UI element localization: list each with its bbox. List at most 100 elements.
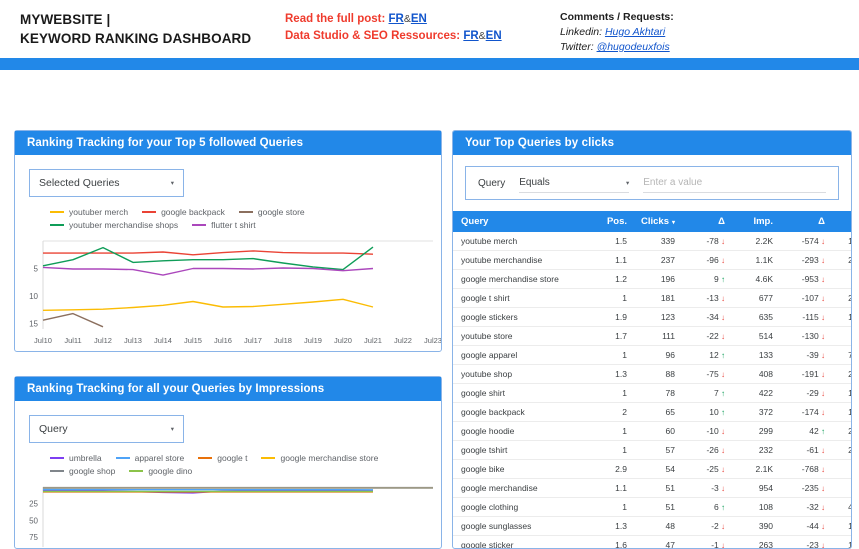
table-row[interactable]: google bike2.954-25 ↓2.1K-768 ↓2.62%: [453, 460, 852, 479]
cell-impressions-delta: -293 ↓: [779, 251, 831, 270]
query-value-filter[interactable]: Query Equals ▾ Enter a value: [465, 166, 839, 200]
arrow-down-icon: ↓: [819, 370, 825, 379]
cell-clicks: 65: [633, 403, 681, 422]
table-row[interactable]: google shirt1787 ↑422-29 ↓18.48%: [453, 384, 852, 403]
cell-clicks: 96: [633, 346, 681, 365]
table-row[interactable]: google stickers1.9123-34 ↓635-115 ↓19.37…: [453, 308, 852, 327]
legend-item[interactable]: apparel store: [116, 453, 185, 463]
legend-item[interactable]: google backpack: [142, 207, 225, 217]
promo-line-2-fr-link[interactable]: FR: [463, 30, 478, 42]
cell-ctr: 24.57%: [831, 441, 852, 460]
table-row[interactable]: youtube store1.7111-22 ↓514-130 ↓21.6%: [453, 327, 852, 346]
cell-ctr: 17.87%: [831, 536, 852, 549]
legend-item[interactable]: google dino: [129, 466, 192, 476]
column-header-clicks-label: Clicks: [641, 216, 669, 227]
brand-line-2: KEYWORD RANKING DASHBOARD: [20, 29, 251, 48]
contact-title: Comments / Requests:: [560, 10, 674, 25]
table-row[interactable]: google backpack26510 ↑372-174 ↓17.47%: [453, 403, 852, 422]
table-header-row: Query Pos. Clicks▾ Δ Imp. Δ CTR: [453, 211, 852, 232]
table-row[interactable]: youtube shop1.388-75 ↓408-191 ↓21.57%: [453, 365, 852, 384]
table-row[interactable]: youtube merchandise1.1237-96 ↓1.1K-293 ↓…: [453, 251, 852, 270]
contact-twitter-label: Twitter:: [560, 41, 594, 53]
legend-item[interactable]: google merchandise store: [261, 453, 378, 463]
contact-block: Comments / Requests: Linkedin: Hugo Akht…: [560, 10, 674, 55]
cell-clicks: 51: [633, 479, 681, 498]
table-row[interactable]: google t shirt1181-13 ↓677-107 ↓26.74%: [453, 289, 852, 308]
table-row[interactable]: google sunglasses1.348-2 ↓390-44 ↓12.31%: [453, 517, 852, 536]
promo-line-1-en-link[interactable]: EN: [411, 13, 427, 25]
cell-clicks-delta: 9 ↑: [681, 270, 731, 289]
query-filter-field-label: Query: [478, 178, 505, 189]
legend-item[interactable]: google shop: [50, 466, 115, 476]
cell-ctr: 72.18%: [831, 346, 852, 365]
cell-query: google merchandise: [453, 479, 593, 498]
cell-position: 1: [593, 441, 633, 460]
top5-ranking-panel: Ranking Tracking for your Top 5 followed…: [14, 130, 442, 352]
all-queries-panel: Ranking Tracking for all your Queries by…: [14, 376, 442, 549]
table-row[interactable]: google merchandise store1.21969 ↑4.6K-95…: [453, 270, 852, 289]
svg-text:Jul12: Jul12: [94, 336, 112, 345]
cell-impressions-delta: -574 ↓: [779, 232, 831, 251]
contact-linkedin-label: Linkedin:: [560, 26, 602, 38]
promo-line-2-en-link[interactable]: EN: [486, 30, 502, 42]
legend-label: google dino: [148, 466, 192, 476]
page-header: MYWEBSITE | KEYWORD RANKING DASHBOARD Re…: [0, 0, 859, 58]
column-header-clicks-delta[interactable]: Δ: [681, 211, 731, 232]
top5-chart: 51015Jul10Jul11Jul12Jul13Jul14Jul15Jul16…: [15, 237, 441, 345]
legend-item[interactable]: google store: [239, 207, 305, 217]
column-header-pos[interactable]: Pos.: [593, 211, 633, 232]
query-filter[interactable]: Query ▾: [29, 415, 184, 443]
arrow-down-icon: ↓: [819, 237, 825, 246]
table-row[interactable]: google hoodie160-10 ↓29942 ↑20.07%: [453, 422, 852, 441]
table-row[interactable]: google merchandise1.151-3 ↓954-235 ↓5.35…: [453, 479, 852, 498]
arrow-down-icon: ↓: [719, 465, 725, 474]
column-header-query[interactable]: Query: [453, 211, 593, 232]
selected-queries-filter[interactable]: Selected Queries ▾: [29, 169, 184, 197]
column-header-impressions-delta[interactable]: Δ: [779, 211, 831, 232]
cell-query: google sunglasses: [453, 517, 593, 536]
legend-item[interactable]: umbrella: [50, 453, 102, 463]
cell-impressions-delta: -130 ↓: [779, 327, 831, 346]
cell-impressions-delta: -29 ↓: [779, 384, 831, 403]
table-row[interactable]: google sticker1.647-1 ↓263-23 ↓17.87%: [453, 536, 852, 549]
dashboard-page: MYWEBSITE | KEYWORD RANKING DASHBOARD Re…: [0, 0, 859, 549]
cell-query: google tshirt: [453, 441, 593, 460]
table-row[interactable]: google tshirt157-26 ↓232-61 ↓24.57%: [453, 441, 852, 460]
legend-item[interactable]: flutter t shirt: [192, 220, 255, 230]
column-header-clicks[interactable]: Clicks▾: [633, 211, 681, 232]
promo-line-2: Data Studio & SEO Ressources: FR&EN: [285, 28, 502, 45]
cell-impressions: 232: [731, 441, 779, 460]
promo-line-1-fr-link[interactable]: FR: [389, 13, 404, 25]
cell-impressions-delta: -39 ↓: [779, 346, 831, 365]
query-filter-operator-select[interactable]: Equals ▾: [519, 174, 629, 193]
legend-item[interactable]: youtuber merchandise shops: [50, 220, 178, 230]
svg-text:Jul16: Jul16: [214, 336, 232, 345]
legend-item[interactable]: youtuber merch: [50, 207, 128, 217]
table-row[interactable]: youtube merch1.5339-78 ↓2.2K-574 ↓15.19%: [453, 232, 852, 251]
contact-twitter-link[interactable]: @hugodeuxfois: [597, 41, 670, 53]
legend-label: youtuber merch: [69, 207, 128, 217]
cell-position: 2: [593, 403, 633, 422]
brand-line-1: MYWEBSITE |: [20, 10, 251, 29]
column-header-impressions[interactable]: Imp.: [731, 211, 779, 232]
cell-clicks-delta: -75 ↓: [681, 365, 731, 384]
cell-clicks: 123: [633, 308, 681, 327]
table-row[interactable]: google clothing1516 ↑108-32 ↓47.22%: [453, 498, 852, 517]
cell-impressions-delta: -115 ↓: [779, 308, 831, 327]
top-queries-table: Query Pos. Clicks▾ Δ Imp. Δ CTR youtube …: [453, 211, 852, 549]
column-header-ctr[interactable]: CTR: [831, 211, 852, 232]
query-filter-value-input[interactable]: Enter a value: [643, 174, 826, 193]
cell-impressions: 2.2K: [731, 232, 779, 251]
table-row[interactable]: google apparel19612 ↑133-39 ↓72.18%: [453, 346, 852, 365]
cell-position: 1.2: [593, 270, 633, 289]
cell-position: 1.9: [593, 308, 633, 327]
cell-position: 1.3: [593, 365, 633, 384]
arrow-up-icon: ↑: [719, 275, 725, 284]
arrow-down-icon: ↓: [719, 484, 725, 493]
cell-clicks: 78: [633, 384, 681, 403]
arrow-down-icon: ↓: [819, 541, 825, 549]
legend-item[interactable]: google t: [198, 453, 247, 463]
cell-impressions: 422: [731, 384, 779, 403]
cell-query: google apparel: [453, 346, 593, 365]
contact-linkedin-link[interactable]: Hugo Akhtari: [605, 26, 665, 38]
